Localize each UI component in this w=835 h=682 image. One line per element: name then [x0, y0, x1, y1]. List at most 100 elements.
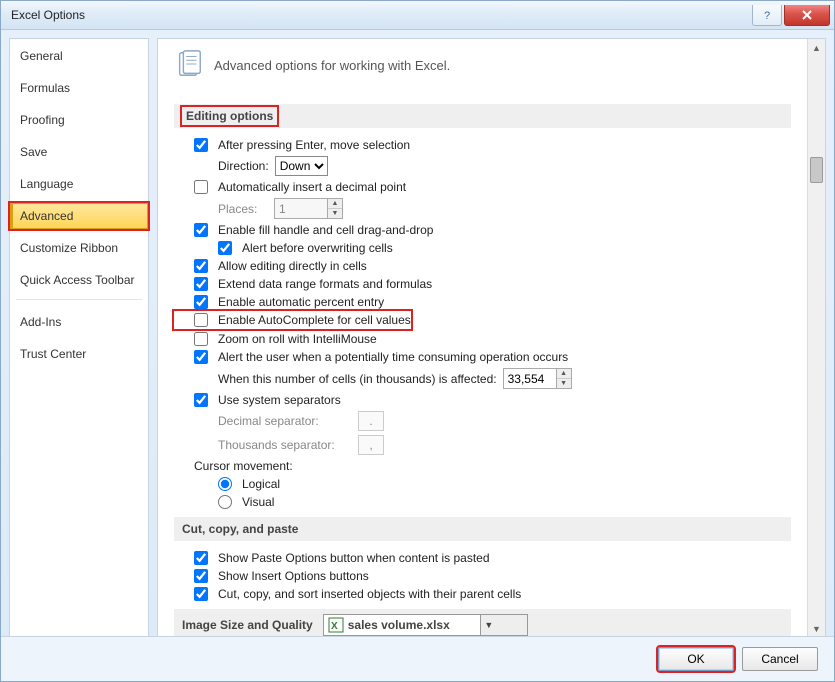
opt-auto-percent: Enable automatic percent entry — [174, 293, 791, 311]
places-input — [275, 199, 327, 218]
auto-percent-checkbox[interactable] — [194, 295, 208, 309]
cursor-movement-label: Cursor movement: — [174, 457, 791, 475]
show-insert-checkbox[interactable] — [194, 569, 208, 583]
alert-time-label: Alert the user when a potentially time c… — [218, 350, 568, 364]
sidebar-item-language[interactable]: Language — [10, 171, 148, 197]
fill-handle-label: Enable fill handle and cell drag-and-dro… — [218, 223, 433, 237]
help-button[interactable]: ? — [752, 5, 782, 26]
opt-zoom-roll: Zoom on roll with IntelliMouse — [174, 330, 791, 348]
sidebar-item-formulas[interactable]: Formulas — [10, 75, 148, 101]
alert-overwrite-checkbox[interactable] — [218, 241, 232, 255]
cells-affected-label: When this number of cells (in thousands)… — [218, 372, 497, 386]
close-button[interactable] — [784, 5, 830, 26]
window-controls: ? — [750, 5, 830, 26]
section-editing-label: Editing options — [182, 107, 277, 125]
cursor-logical-label: Logical — [242, 477, 280, 491]
excel-file-icon: X — [328, 617, 344, 633]
thou-sep-label: Thousands separator: — [218, 438, 346, 452]
autocomplete-checkbox[interactable] — [194, 313, 208, 327]
direction-select[interactable]: Down — [275, 156, 328, 176]
titlebar: Excel Options ? — [1, 1, 834, 30]
page-header: Advanced options for working with Excel. — [174, 49, 791, 82]
sidebar-item-customize-ribbon[interactable]: Customize Ribbon — [10, 235, 148, 261]
alert-overwrite-label: Alert before overwriting cells — [242, 241, 393, 255]
sidebar-item-general[interactable]: General — [10, 43, 148, 69]
sidebar-item-advanced[interactable]: Advanced — [10, 203, 148, 229]
opt-auto-decimal: Automatically insert a decimal point — [174, 178, 791, 196]
spinner-up[interactable]: ▲ — [557, 369, 571, 379]
image-quality-file-combo[interactable]: X sales volume.xlsx ▼ — [323, 614, 528, 636]
dec-sep-value: . — [358, 411, 384, 431]
ok-button[interactable]: OK — [658, 647, 734, 671]
opt-alert-overwrite: Alert before overwriting cells — [174, 239, 791, 257]
allow-edit-label: Allow editing directly in cells — [218, 259, 367, 273]
places-label: Places: — [218, 202, 268, 216]
auto-decimal-checkbox[interactable] — [194, 180, 208, 194]
after-enter-label: After pressing Enter, move selection — [218, 138, 410, 152]
cells-affected-spinner[interactable]: ▲▼ — [503, 368, 572, 389]
svg-text:?: ? — [764, 10, 770, 21]
thou-sep-value: , — [358, 435, 384, 455]
cancel-button[interactable]: Cancel — [742, 647, 818, 671]
spinner-down[interactable]: ▼ — [557, 379, 571, 388]
opt-fill-handle: Enable fill handle and cell drag-and-dro… — [174, 221, 791, 239]
fill-handle-checkbox[interactable] — [194, 223, 208, 237]
dialog-footer: OK Cancel — [1, 636, 834, 681]
sidebar-item-proofing[interactable]: Proofing — [10, 107, 148, 133]
dec-sep-label: Decimal separator: — [218, 414, 346, 428]
sidebar-item-addins[interactable]: Add-Ins — [10, 309, 148, 335]
chevron-down-icon[interactable]: ▼ — [480, 615, 527, 635]
dialog-body: General Formulas Proofing Save Language … — [1, 30, 834, 638]
sidebar-item-trust-center[interactable]: Trust Center — [10, 341, 148, 367]
extend-range-label: Extend data range formats and formulas — [218, 277, 432, 291]
opt-thou-sep: Thousands separator: , — [174, 433, 791, 457]
use-sep-label: Use system separators — [218, 393, 341, 407]
auto-decimal-label: Automatically insert a decimal point — [218, 180, 406, 194]
vertical-scrollbar[interactable]: ▲ ▼ — [807, 39, 825, 637]
cut-copy-obj-label: Cut, copy, and sort inserted objects wit… — [218, 587, 521, 601]
cut-copy-obj-checkbox[interactable] — [194, 587, 208, 601]
use-sep-checkbox[interactable] — [194, 393, 208, 407]
alert-time-checkbox[interactable] — [194, 350, 208, 364]
allow-edit-checkbox[interactable] — [194, 259, 208, 273]
cursor-visual-label: Visual — [242, 495, 274, 509]
opt-cursor-visual: Visual — [174, 493, 791, 511]
cursor-visual-radio[interactable] — [218, 495, 232, 509]
sidebar-separator — [16, 299, 142, 300]
opt-show-insert: Show Insert Options buttons — [174, 567, 791, 585]
zoom-roll-checkbox[interactable] — [194, 332, 208, 346]
opt-cursor-logical: Logical — [174, 475, 791, 493]
options-page-icon — [174, 49, 204, 82]
scroll-down-arrow[interactable]: ▼ — [808, 620, 825, 637]
svg-text:X: X — [331, 621, 338, 632]
places-spinner: ▲▼ — [274, 198, 343, 219]
opt-use-sep: Use system separators — [174, 391, 791, 409]
sidebar-item-save[interactable]: Save — [10, 139, 148, 165]
after-enter-checkbox[interactable] — [194, 138, 208, 152]
extend-range-checkbox[interactable] — [194, 277, 208, 291]
image-quality-file-name: sales volume.xlsx — [348, 618, 480, 632]
direction-label: Direction: — [218, 159, 269, 173]
sidebar-item-quick-access[interactable]: Quick Access Toolbar — [10, 267, 148, 293]
show-paste-checkbox[interactable] — [194, 551, 208, 565]
opt-autocomplete: Enable AutoComplete for cell values — [174, 311, 411, 329]
options-scroll-area: Advanced options for working with Excel.… — [158, 39, 807, 637]
auto-percent-label: Enable automatic percent entry — [218, 295, 384, 309]
opt-extend-range: Extend data range formats and formulas — [174, 275, 791, 293]
content-panel: Advanced options for working with Excel.… — [157, 38, 826, 638]
scroll-thumb[interactable] — [810, 157, 823, 183]
opt-allow-edit: Allow editing directly in cells — [174, 257, 791, 275]
show-insert-label: Show Insert Options buttons — [218, 569, 369, 583]
cells-affected-input[interactable] — [504, 369, 556, 388]
autocomplete-label: Enable AutoComplete for cell values — [218, 313, 411, 327]
scroll-up-arrow[interactable]: ▲ — [808, 39, 825, 56]
opt-after-enter: After pressing Enter, move selection — [174, 136, 791, 154]
cursor-logical-radio[interactable] — [218, 477, 232, 491]
opt-alert-time: Alert the user when a potentially time c… — [174, 348, 791, 366]
page-subtitle: Advanced options for working with Excel. — [214, 58, 450, 73]
opt-cut-copy-obj: Cut, copy, and sort inserted objects wit… — [174, 585, 791, 603]
excel-options-dialog: Excel Options ? General Formulas Proofin… — [0, 0, 835, 682]
opt-places: Places: ▲▼ — [174, 196, 791, 221]
image-quality-label: Image Size and Quality — [182, 618, 313, 632]
section-image-quality: Image Size and Quality X sales volume.xl… — [174, 609, 791, 637]
